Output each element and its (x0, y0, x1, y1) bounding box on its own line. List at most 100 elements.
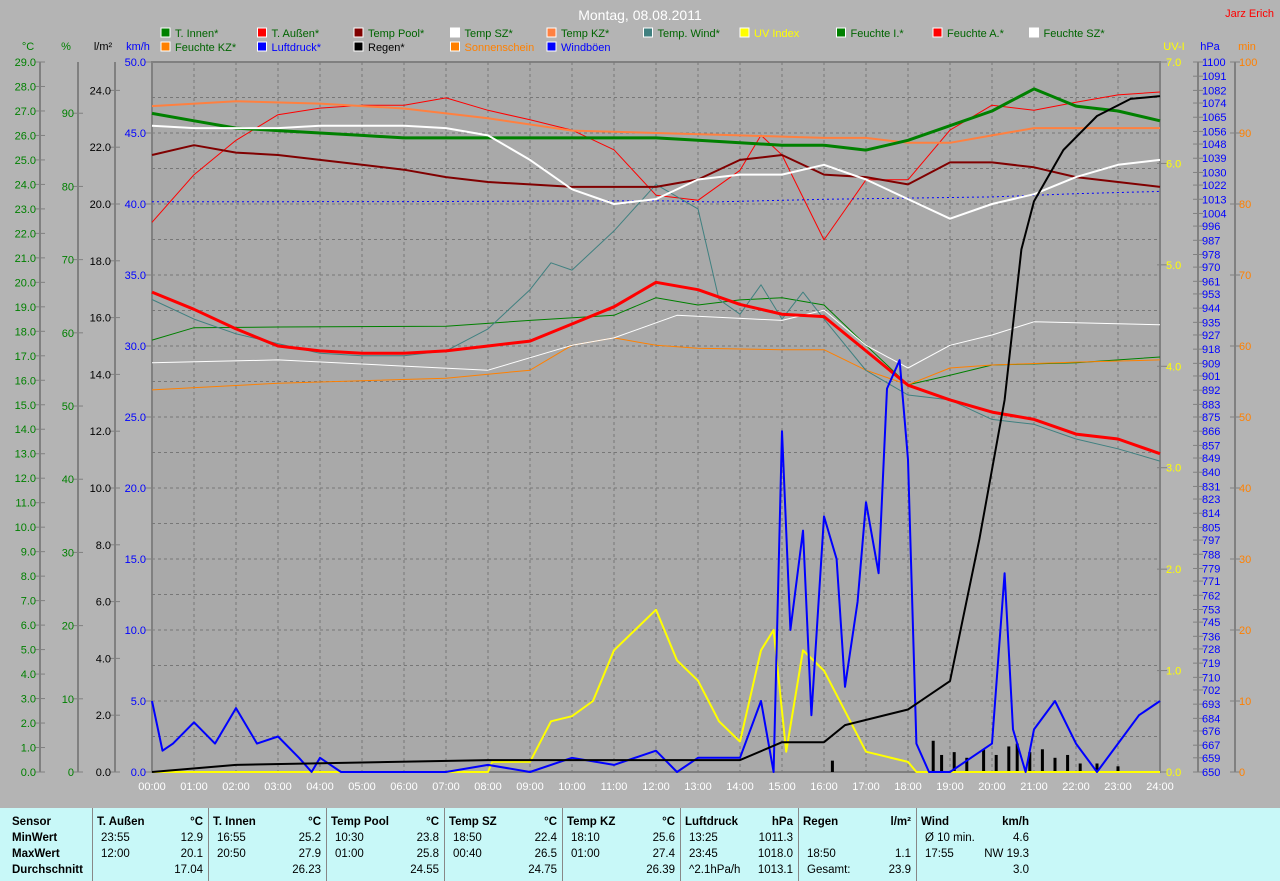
sensor-value: 23.9 (888, 864, 911, 876)
column-header: T. Innen (213, 816, 256, 828)
axis-tick-label: 50 (1239, 412, 1251, 424)
legend-swatch (643, 27, 653, 38)
rain-bar (1066, 754, 1070, 772)
axis-tick-label: 901 (1202, 371, 1220, 383)
axis-min: min 0 10 20 30 40 50 60 70 80 90 100 (1230, 41, 1257, 779)
axis-tick-label: 18.0 (15, 326, 36, 338)
axis-tick-label: 788 (1202, 549, 1220, 561)
legend-item-tinnen: T. Innen* (160, 27, 219, 40)
legend-label: Feuchte SZ* (1044, 28, 1106, 40)
axis-tick-label: 659 (1202, 753, 1220, 765)
axis-tick-label: 970 (1202, 262, 1220, 274)
legend-label: Sonnenschein (465, 42, 535, 54)
axis-tick-label: 831 (1202, 481, 1220, 493)
axis-tick-label: 18.0 (90, 256, 111, 268)
axis-tick-label: 4.0 (1166, 361, 1181, 373)
sensor-value: 24.75 (528, 864, 557, 876)
axis-tick-label: 29.0 (15, 57, 36, 69)
x-tick-label: 13:00 (684, 781, 712, 793)
legend-swatch (257, 27, 267, 38)
axis-tick-label: 40 (1239, 483, 1251, 495)
axis-tick-label: 40.0 (125, 199, 146, 211)
axis-tick-label: 0 (68, 767, 74, 779)
axis-tick-label: 17.0 (15, 351, 36, 363)
time-value: 12:00 (101, 848, 130, 860)
column-unit: °C (308, 816, 321, 828)
sensor-value: 27.4 (652, 848, 675, 860)
legend-label: Feuchte KZ* (175, 42, 237, 54)
axis-tick-label: 22.0 (15, 228, 36, 240)
axis-tick-label: 5.0 (131, 696, 146, 708)
axis-tick-label: 762 (1202, 590, 1220, 602)
axis-tick-label: 753 (1202, 604, 1220, 616)
x-tick-label: 12:00 (642, 781, 670, 793)
sensor-value: 24.55 (410, 864, 439, 876)
x-tick-label: 16:00 (810, 781, 838, 793)
time-value: 00:40 (453, 848, 482, 860)
legend-swatch (1029, 27, 1039, 38)
sensor-value: 4.6 (1013, 832, 1029, 844)
legend-swatch (739, 27, 750, 38)
axis-tick-label: 25.0 (15, 155, 36, 167)
x-tick-label: 21:00 (1020, 781, 1048, 793)
axis-tick-label: 1013 (1202, 194, 1226, 206)
legend-label: Temp KZ* (561, 28, 610, 40)
time-value: 23:55 (101, 832, 130, 844)
rain-bar (1007, 746, 1011, 772)
axis-tick-label: 0 (1239, 767, 1245, 779)
axis-tick-label: 4.0 (21, 669, 36, 681)
axis-tick-label: 50 (62, 401, 74, 413)
axis-tick-label: 60 (1239, 341, 1251, 353)
legend-item-uvindex: UV Index (739, 27, 800, 40)
time-value: 20:50 (217, 848, 246, 860)
axis-tick-label: 12.0 (15, 473, 36, 485)
table-column: Regen l/m² 18:50 Gesamt: 1.1 23.9 (798, 808, 917, 881)
axis-tick-label: 20 (1239, 625, 1251, 637)
time-value: 18:10 (571, 832, 600, 844)
axis-tick-label: 0.0 (96, 767, 111, 779)
axis-tick-label: 667 (1202, 740, 1220, 752)
column-unit: °C (190, 816, 203, 828)
table-column: Temp Pool °C 10:30 01:00 23.8 25.8 24.55 (326, 808, 445, 881)
sensor-value: 26.23 (292, 864, 321, 876)
time-value: ^2.1hPa/h (689, 864, 741, 876)
axis-tick-label: 996 (1202, 221, 1220, 233)
x-tick-label: 10:00 (558, 781, 586, 793)
axis-hpa: hPa6506596676766846937027107197287367457… (1193, 41, 1226, 779)
column-header: Temp SZ (449, 816, 497, 828)
rain-bar (994, 754, 998, 772)
column-header: Sensor (12, 816, 51, 828)
column-unit: l/m² (890, 816, 911, 828)
axis-tick-label: 1065 (1202, 112, 1226, 124)
axis-tick-label: 702 (1202, 685, 1220, 697)
x-tick-label: 19:00 (936, 781, 964, 793)
column-header: Wind (921, 816, 949, 828)
sensor-value: 1.1 (895, 848, 911, 860)
sensor-value: 22.4 (534, 832, 557, 844)
axis-tick-label: 14.0 (90, 369, 111, 381)
axis-tick-label: 892 (1202, 385, 1220, 397)
axis-tick-label: 80 (62, 181, 74, 193)
axis-tick-label: 2.0 (1166, 564, 1181, 576)
axis-tick-label: 23.0 (15, 204, 36, 216)
axis-tick-label: 4.0 (96, 653, 111, 665)
legend-swatch (160, 27, 171, 38)
axis-tick-label: 805 (1202, 522, 1220, 534)
axis-tick-label: 28.0 (15, 81, 36, 93)
axis-tick-label: 883 (1202, 399, 1220, 411)
legend-label: Luftdruck* (272, 42, 322, 54)
sensor-value: 26.5 (534, 848, 557, 860)
legend-label: T. Außen* (272, 28, 320, 40)
x-tick-label: 04:00 (306, 781, 334, 793)
legend-swatch (450, 41, 460, 52)
column-unit: °C (662, 816, 675, 828)
axis-unit-label: % (61, 41, 71, 53)
axis-tick-label: 961 (1202, 276, 1220, 288)
axis-tick-label: 7.0 (1166, 57, 1181, 69)
legend-swatch (257, 41, 267, 52)
axis-tick-label: 814 (1202, 508, 1220, 520)
axis-tick-label: 5.0 (21, 645, 36, 657)
axis-tick-label: 745 (1202, 617, 1220, 629)
axis-tick-label: 25.0 (125, 412, 146, 424)
axis-tick-label: 30 (1239, 554, 1251, 566)
